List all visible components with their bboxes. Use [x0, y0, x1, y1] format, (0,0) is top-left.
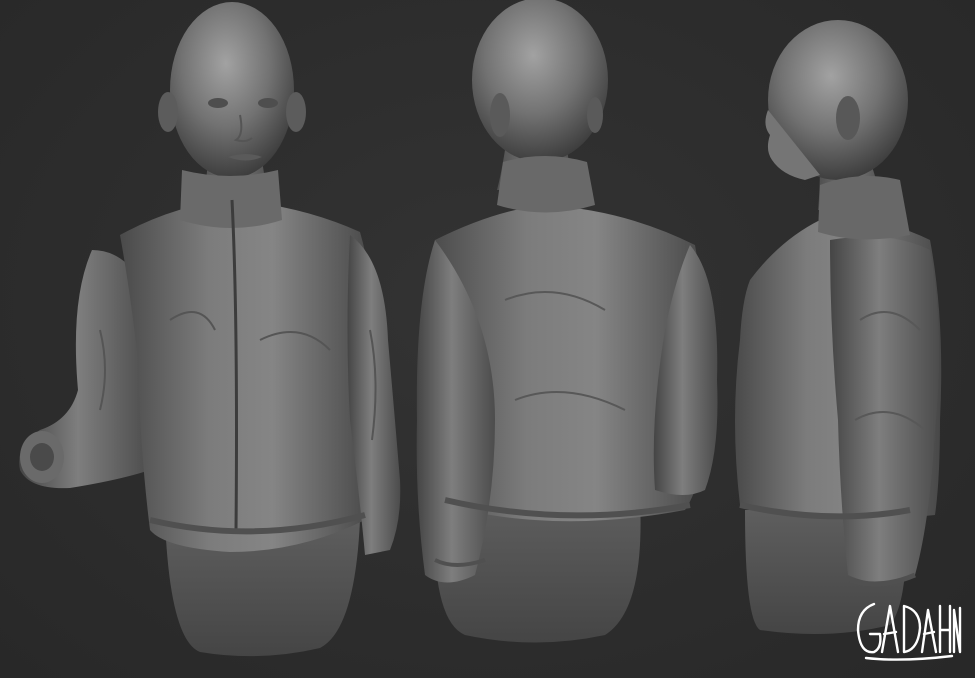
side-view — [720, 0, 975, 678]
back-head — [472, 0, 608, 162]
front-collar — [180, 170, 282, 228]
front-view — [0, 0, 410, 678]
side-sleeve — [830, 236, 939, 583]
sculpt-viewport — [0, 0, 975, 678]
front-head — [170, 2, 294, 178]
artist-signature — [852, 596, 962, 666]
side-collar — [818, 176, 910, 240]
front-torso — [120, 200, 375, 552]
back-view — [405, 0, 735, 678]
back-collar — [497, 156, 595, 213]
